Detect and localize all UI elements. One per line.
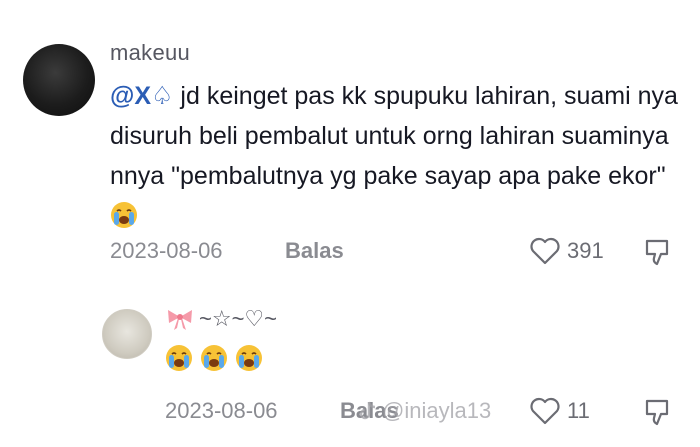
mention-link[interactable]: @X♤ bbox=[110, 82, 173, 110]
avatar[interactable] bbox=[23, 44, 95, 116]
reply-avatar[interactable] bbox=[102, 309, 152, 359]
comment-body: jd keinget pas kk spupuku lahiran, suami… bbox=[110, 82, 678, 190]
reply-button[interactable]: Balas bbox=[285, 238, 344, 264]
dislike-icon[interactable] bbox=[641, 236, 673, 268]
reply-date: 2023-08-06 bbox=[165, 398, 278, 423]
watermark-handle: @iniayla13 bbox=[382, 398, 492, 423]
crying-face-icon bbox=[235, 344, 263, 372]
crying-face-icon bbox=[110, 201, 138, 229]
reply-dislike-icon[interactable] bbox=[641, 396, 673, 428]
comment-text: @X♤ jd keinget pas kk spupuku lahiran, s… bbox=[110, 76, 680, 236]
crying-face-icon bbox=[200, 344, 228, 372]
reply-emojis bbox=[165, 343, 263, 374]
comment-date: 2023-08-06 bbox=[110, 238, 223, 263]
tiktok-logo-icon bbox=[358, 400, 378, 422]
reply-username[interactable]: ~☆~♡~ bbox=[165, 306, 277, 332]
comment-username[interactable]: makeuu bbox=[110, 40, 190, 66]
heart-icon[interactable] bbox=[529, 396, 561, 426]
reply-like-count: 11 bbox=[567, 398, 590, 423]
crying-face-icon bbox=[165, 344, 193, 372]
like-button[interactable]: 391 bbox=[529, 236, 604, 266]
like-count: 391 bbox=[567, 238, 604, 263]
ribbon-bow-icon bbox=[165, 306, 195, 332]
tiktok-watermark: @iniayla13 bbox=[358, 398, 491, 424]
heart-icon[interactable] bbox=[529, 236, 561, 266]
reply-like-button[interactable]: 11 bbox=[529, 396, 590, 426]
